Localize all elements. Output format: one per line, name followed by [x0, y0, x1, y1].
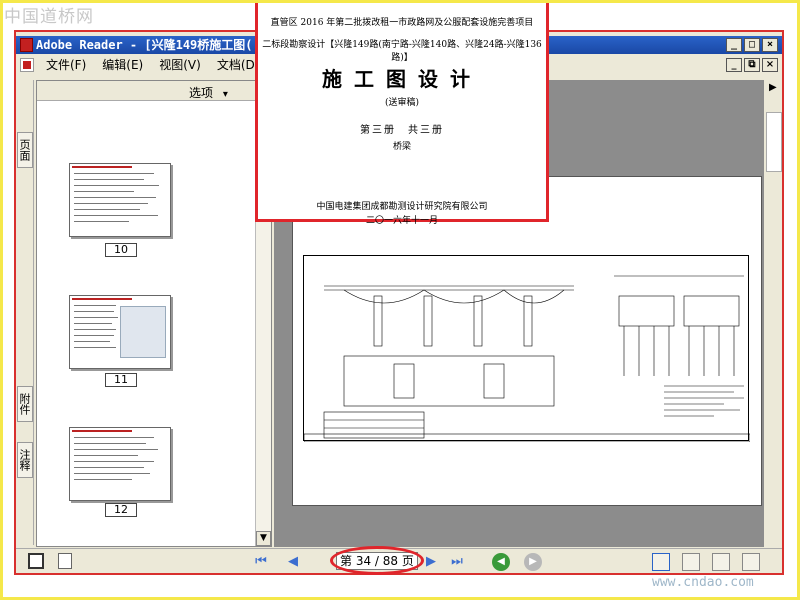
options-label: 选项	[189, 86, 214, 100]
continuous-view-icon[interactable]	[682, 553, 700, 571]
project-title-line1: 直管区 2016 年第二批拨改租一市政路网及公服配套设施完善项目	[270, 18, 534, 28]
right-panel-strip: ▶	[766, 80, 782, 547]
single-page-view-icon[interactable]	[652, 553, 670, 571]
thumbnail-list: 10 11 12	[37, 101, 257, 544]
chevron-right-icon[interactable]: ▶	[769, 82, 777, 93]
status-bar: ⏮ ◀ 第 34 / 88 页 ▶ ⏭ ◀ ▶	[16, 546, 782, 575]
scroll-down-icon[interactable]: ▼	[256, 531, 271, 546]
project-title-line2: 二标段勘察设计【兴隆149路(南宁路-兴隆140路、兴隆24路-兴隆136路)】	[262, 40, 542, 63]
maximize-button[interactable]: □	[744, 38, 760, 52]
first-page-icon[interactable]: ⏮	[252, 553, 270, 571]
toggle-navigation-button[interactable]	[28, 553, 44, 569]
page-number-label: 12	[105, 503, 137, 517]
bridge-drawing-svg	[303, 275, 751, 443]
facing-view-icon[interactable]	[712, 553, 730, 571]
cover-page-popup: 直管区 2016 年第二批拨改租一市政路网及公服配套设施完善项目 二标段勘察设计…	[255, 0, 549, 226]
adobe-reader-icon	[20, 38, 33, 52]
tab-comments[interactable]: 注释	[17, 442, 33, 478]
options-menu[interactable]: 选项 ▾	[189, 84, 228, 101]
part-label: 桥梁	[392, 142, 411, 152]
map-image	[120, 306, 166, 358]
previous-page-icon[interactable]: ◀	[284, 553, 302, 571]
bridge-drawing	[303, 255, 751, 443]
menu-file[interactable]: 文件(F)	[38, 56, 94, 74]
window-title: Adobe Reader - [兴隆149桥施工图(	[36, 38, 253, 52]
next-page-icon[interactable]: ▶	[422, 553, 440, 571]
document-title: 施工图设计	[322, 67, 482, 91]
minimize-button[interactable]: _	[726, 38, 742, 52]
last-page-icon[interactable]: ⏭	[448, 553, 466, 571]
navigation-tabs: 页面 附件 注释	[16, 80, 34, 545]
page-number-label: 10	[105, 243, 137, 257]
organization-name: 中国电建集团成都勘测设计研究院有限公司	[316, 202, 488, 212]
page-thumbnail-12[interactable]	[69, 427, 171, 501]
go-back-icon[interactable]: ◀	[492, 553, 510, 571]
page-thumbnail-11[interactable]	[69, 295, 171, 369]
pages-panel: 选项 ▾ 10 11 12 ▼	[36, 80, 272, 547]
doc-close-button[interactable]: ×	[762, 58, 778, 72]
menu-edit[interactable]: 编辑(E)	[94, 56, 151, 74]
watermark-bottom: www.cndao.com	[652, 575, 754, 590]
watermark-top: 中国道桥网	[4, 7, 94, 27]
window-controls: _ □ ×	[726, 38, 778, 52]
page-icon[interactable]	[58, 553, 72, 569]
menu-view[interactable]: 视图(V)	[151, 56, 209, 74]
continuous-facing-view-icon[interactable]	[742, 553, 760, 571]
document-window-controls: _ ⧉ ×	[726, 58, 778, 72]
document-icon[interactable]	[20, 58, 34, 72]
go-forward-icon[interactable]: ▶	[524, 553, 542, 571]
screenshot-frame: 中国道桥网 Adobe Reader - [兴隆149桥施工图( _ □ × 文…	[0, 0, 800, 600]
pages-panel-header: 选项 ▾	[37, 81, 271, 101]
tab-pages[interactable]: 页面	[17, 132, 33, 168]
doc-restore-button[interactable]: ⧉	[744, 58, 760, 72]
page-thumbnail-10[interactable]	[69, 163, 171, 237]
tab-attachments[interactable]: 附件	[17, 386, 33, 422]
doc-minimize-button[interactable]: _	[726, 58, 742, 72]
chevron-down-icon: ▾	[222, 89, 228, 100]
page-number-label: 11	[105, 373, 137, 387]
document-date: 二〇一六年十一月	[365, 216, 438, 226]
document-subtitle: (送审稿)	[384, 98, 420, 108]
close-button[interactable]: ×	[762, 38, 778, 52]
volume-label: 第三册 共三册	[360, 125, 444, 136]
highlight-ellipse	[330, 546, 424, 575]
right-side-tab[interactable]	[766, 112, 782, 172]
